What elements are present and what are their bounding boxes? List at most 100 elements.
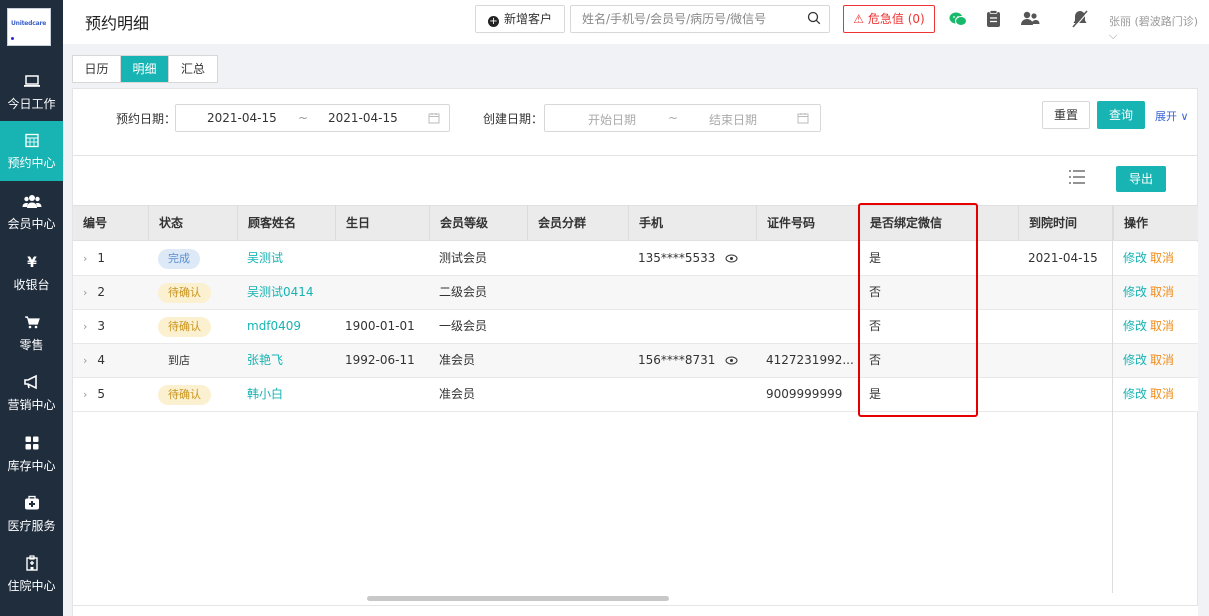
table-cell: 1900-01-01 [335,310,429,343]
page-title: 预约明细 [85,14,150,33]
current-user-label: 张丽 (碧波路门诊) [1109,15,1199,28]
table-cell: 一级会员 [429,310,527,343]
expand-filters-toggle[interactable]: 展开 ∨ [1155,108,1189,124]
birthday: 1992-06-11 [345,353,415,367]
column-header[interactable]: 状态 [148,206,237,240]
export-button[interactable]: 导出 [1116,166,1166,192]
cancel-link[interactable]: 取消 [1150,353,1174,367]
customer-name-link[interactable]: 吴测试 [247,251,283,265]
column-header[interactable]: 证件号码 [756,206,859,240]
sidebar-item-members[interactable]: 会员中心 [0,182,63,242]
column-header[interactable]: 编号 [73,206,148,240]
logo-text: Unitedcare [11,20,47,27]
table-cell [756,242,859,275]
status-badge: 待确认 [158,316,211,337]
sidebar-item-appointments[interactable]: 预约中心 [0,121,63,181]
search-icon[interactable] [807,11,821,25]
query-button[interactable]: 查询 [1097,101,1145,129]
table-cell: 修改 取消 [1113,242,1198,275]
column-header[interactable]: 会员等级 [429,206,527,240]
edit-link[interactable]: 修改 [1123,387,1147,401]
column-header[interactable]: 手机 [628,206,756,240]
pagination-bar [73,605,1198,616]
sidebar-item-medical[interactable]: 医疗服务 [0,484,63,544]
laptop-icon [0,72,63,96]
table-row[interactable]: › 2 待确认 吴测试0414 二级会员否修改 取消 [73,276,1198,310]
add-customer-label: 新增客户 [503,12,552,26]
create-date-range[interactable]: 开始日期 ~ 结束日期 [544,104,821,132]
table-row[interactable]: › 1 完成 吴测试 测试会员 135****5533 是 2021-04-15 修改 取消 [73,242,1198,276]
scrollbar-thumb[interactable] [367,596,669,601]
column-header[interactable]: 会员分群 [527,206,628,240]
customer-name-link[interactable]: 韩小白 [247,387,283,401]
logo[interactable]: Unitedcare [7,8,51,46]
edit-link[interactable]: 修改 [1123,251,1147,265]
table-row[interactable]: › 5 待确认 韩小白 准会员 9009999999 是修改 取消 [73,378,1198,412]
table-cell [1018,310,1113,343]
group-icon[interactable] [1019,8,1041,30]
table-cell: 完成 [148,242,237,275]
table-cell: 准会员 [429,378,527,411]
mute-notification-icon[interactable] [1069,8,1091,30]
tab-1[interactable]: 明细 [121,56,169,82]
cancel-link[interactable]: 取消 [1150,387,1174,401]
tab-0[interactable]: 日历 [73,56,121,82]
add-customer-button[interactable]: + 新增客户 [475,5,565,33]
column-header[interactable]: 顾客姓名 [237,206,335,240]
sidebar-item-inventory[interactable]: 库存中心 [0,424,63,484]
table-cell: 修改 取消 [1113,310,1198,343]
customer-name-link[interactable]: 吴测试0414 [247,285,314,299]
sidebar-item-marketing[interactable]: 营销中心 [0,363,63,423]
appointment-date-range[interactable]: 2021-04-15 ~ 2021-04-15 [175,104,450,132]
column-header[interactable]: 到院时间 [1018,206,1113,240]
birthday: 1900-01-01 [345,319,415,333]
cancel-link[interactable]: 取消 [1150,319,1174,333]
edit-link[interactable]: 修改 [1123,285,1147,299]
customer-name-link[interactable]: mdf0409 [247,319,301,333]
horizontal-scrollbar[interactable] [73,593,1198,603]
danger-count: (0) [907,12,925,26]
sidebar-item-retail[interactable]: 零售 [0,303,63,363]
edit-link[interactable]: 修改 [1123,319,1147,333]
clipboard-icon[interactable] [983,8,1005,30]
edit-link[interactable]: 修改 [1123,353,1147,367]
table-cell [756,276,859,309]
eye-icon[interactable] [725,356,738,365]
column-header[interactable]: 生日 [335,206,429,240]
expand-row-icon[interactable]: › [83,252,87,265]
row-number: 2 [97,285,106,299]
member-level: 准会员 [439,353,476,367]
search-input[interactable] [571,6,799,32]
tab-2[interactable]: 汇总 [169,56,217,82]
reset-button[interactable]: 重置 [1042,101,1090,129]
chevron-down-icon: ⌵ [1109,29,1118,42]
appointment-date-start: 2021-04-15 [207,111,277,125]
wechat-bound: 否 [869,319,882,333]
status-badge: 完成 [158,248,200,269]
expand-row-icon[interactable]: › [83,286,87,299]
table-cell [756,310,859,343]
table-cell: 4127231992... [756,344,859,377]
sidebar-item-workday[interactable]: 今日工作 [0,62,63,122]
table-row[interactable]: › 3 待确认 mdf0409 1900-01-01 一级会员否修改 取消 [73,310,1198,344]
customer-name-link[interactable]: 张艳飞 [247,353,283,367]
expand-row-icon[interactable]: › [83,320,87,333]
column-header[interactable]: 操作 [1113,206,1198,240]
hospital-icon [0,554,63,578]
table-cell: 准会员 [429,344,527,377]
column-settings-icon[interactable] [1067,168,1087,186]
expand-row-icon[interactable]: › [83,354,87,367]
sidebar-item-cashier[interactable]: ¥ 收银台 [0,243,63,303]
cancel-link[interactable]: 取消 [1150,285,1174,299]
cancel-link[interactable]: 取消 [1150,251,1174,265]
column-header[interactable]: 是否绑定微信 [859,206,1018,240]
plus-icon: + [487,16,499,27]
danger-value-button[interactable]: ⚠ 危急值 (0) [843,5,935,33]
expand-row-icon[interactable]: › [83,388,87,401]
sidebar-item-inpatient[interactable]: 住院中心 [0,544,63,604]
current-user[interactable]: 张丽 (碧波路门诊) ⌵ [1109,13,1209,43]
wechat-icon[interactable] [947,8,969,30]
sidebar-item-label: 预约中心 [7,156,56,170]
table-row[interactable]: › 4 到店 张艳飞 1992-06-11 准会员 156****8731 412723199… [73,344,1198,378]
eye-icon[interactable] [725,254,738,263]
